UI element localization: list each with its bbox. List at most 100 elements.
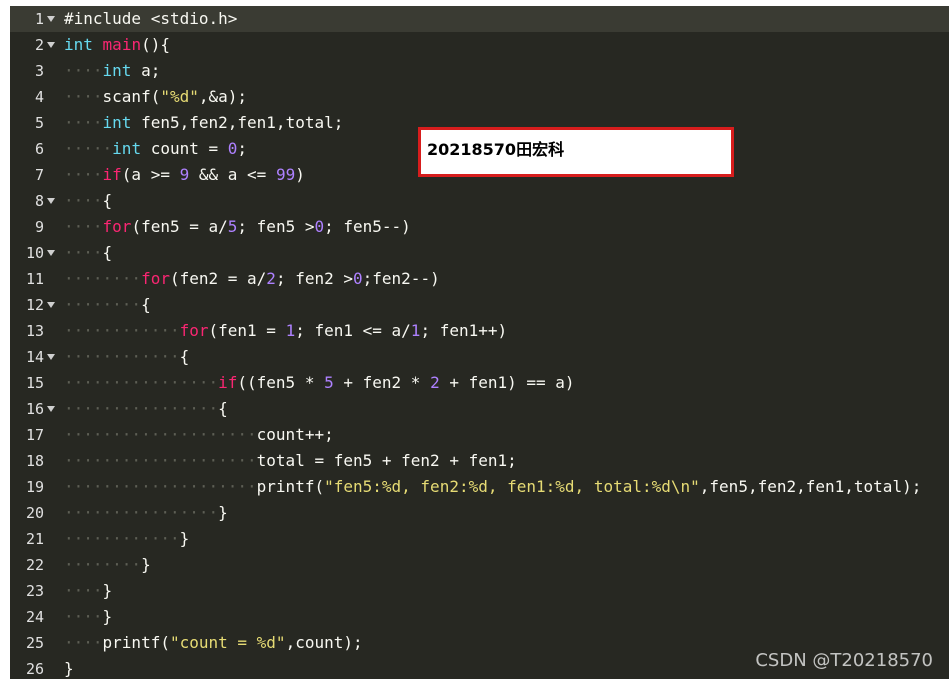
fold-arrow-icon[interactable] [47, 406, 55, 412]
code-text[interactable]: ····} [64, 604, 112, 630]
line-number: 7 [34, 166, 44, 184]
code-line[interactable]: 8 ····{ [10, 188, 949, 214]
code-token: ; fen2 > [275, 269, 353, 288]
code-text[interactable]: ········for(fen2 = a/2; fen2 >0;fen2--) [64, 266, 440, 292]
code-token: (fen1 = [208, 321, 286, 340]
line-number: 12 [25, 296, 44, 314]
code-line[interactable]: 14 ············{ [10, 344, 949, 370]
indent-guide: ····· [64, 139, 113, 158]
indent-guide: ················ [64, 503, 219, 522]
code-token: ,count); [285, 633, 363, 652]
code-token: if [102, 165, 122, 184]
code-line[interactable]: 12 ········{ [10, 292, 949, 318]
code-line[interactable]: 17 ····················count++; [10, 422, 949, 448]
code-text[interactable]: ····if(a >= 9 && a <= 99) [64, 162, 305, 188]
code-text[interactable]: ············for(fen1 = 1; fen1 <= a/1; f… [64, 318, 507, 344]
code-text[interactable]: ····scanf("%d",&a); [64, 84, 247, 110]
indent-guide: ···· [64, 165, 103, 184]
code-text[interactable]: ················{ [64, 396, 228, 422]
fold-arrow-icon[interactable] [47, 16, 55, 22]
line-number: 2 [34, 36, 44, 54]
fold-arrow-icon[interactable] [47, 198, 55, 204]
code-line[interactable]: 23 ····} [10, 578, 949, 604]
fold-arrow-icon[interactable] [47, 42, 55, 48]
code-token: int [102, 61, 132, 80]
code-text[interactable]: ····{ [64, 240, 112, 266]
line-number: 1 [34, 10, 44, 28]
code-line[interactable]: 13 ············for(fen1 = 1; fen1 <= a/1;… [10, 318, 949, 344]
code-line[interactable]: 10 ····{ [10, 240, 949, 266]
code-editor[interactable]: 1 #include <stdio.h> 2 int main(){3 ····int … [10, 6, 949, 679]
code-token: int [112, 139, 142, 158]
code-text[interactable]: ················if((fen5 * 5 + fen2 * 2 … [64, 370, 575, 396]
code-text[interactable]: ········{ [64, 292, 151, 318]
code-line[interactable]: 24 ····} [10, 604, 949, 630]
code-text[interactable]: ················} [64, 500, 228, 526]
code-line[interactable]: 19 ····················printf("fen5:%d, f… [10, 474, 949, 500]
code-token: { [102, 191, 113, 210]
code-token: 0 [314, 217, 325, 236]
code-line[interactable]: 1 #include <stdio.h> [10, 6, 949, 32]
indent-guide: ···· [64, 191, 103, 210]
code-line[interactable]: 21 ············} [10, 526, 949, 552]
code-token: (){ [141, 35, 170, 54]
line-number: 4 [34, 88, 44, 106]
line-number: 10 [25, 244, 44, 262]
indent-guide: ············ [64, 321, 180, 340]
code-text[interactable]: ········} [64, 552, 151, 578]
code-token: scanf( [102, 87, 161, 106]
code-line[interactable]: 15 ················if((fen5 * 5 + fen2 * … [10, 370, 949, 396]
indent-guide: ···· [64, 87, 103, 106]
code-token: main [102, 35, 142, 54]
code-token: 1 [410, 321, 421, 340]
code-text[interactable]: ····················total = fen5 + fen2 … [64, 448, 517, 474]
code-line[interactable]: 11 ········for(fen2 = a/2; fen2 >0;fen2--… [10, 266, 949, 292]
code-text[interactable]: ····int a; [64, 58, 160, 84]
code-line[interactable]: 16 ················{ [10, 396, 949, 422]
code-text[interactable]: ····int fen5,fen2,fen1,total; [64, 110, 343, 136]
code-token: int [64, 35, 93, 54]
code-line[interactable]: 2 int main(){ [10, 32, 949, 58]
indent-guide: ············ [64, 529, 180, 548]
line-number: 8 [34, 192, 44, 210]
fold-arrow-icon[interactable] [47, 302, 55, 308]
code-token: 1 [285, 321, 296, 340]
code-text[interactable]: ····printf("count = %d",count); [64, 630, 363, 656]
code-line[interactable]: 3 ····int a; [10, 58, 949, 84]
code-text[interactable]: ····················count++; [64, 422, 334, 448]
code-token: #include <stdio.h> [64, 9, 238, 28]
line-number: 25 [25, 634, 44, 652]
code-text[interactable]: ·····int count = 0; [64, 136, 247, 162]
code-line[interactable]: 20 ················} [10, 500, 949, 526]
code-text[interactable]: int main(){ [64, 32, 170, 58]
code-token: "count = %d" [169, 633, 286, 652]
code-line[interactable]: 9 ····for(fen5 = a/5; fen5 >0; fen5--) [10, 214, 949, 240]
code-token: { [102, 243, 113, 262]
line-number: 17 [25, 426, 44, 444]
code-token: && a <= [189, 165, 276, 184]
indent-guide: ···· [64, 633, 103, 652]
code-text[interactable]: ····················printf("fen5:%d, fen… [64, 474, 921, 500]
code-text[interactable]: ····{ [64, 188, 112, 214]
code-token: (fen2 = a/ [169, 269, 267, 288]
code-line[interactable]: 22 ········} [10, 552, 949, 578]
code-text[interactable]: ············{ [64, 344, 189, 370]
line-number: 6 [34, 140, 44, 158]
indent-guide: ···················· [64, 477, 257, 496]
code-text[interactable]: ····} [64, 578, 112, 604]
code-text[interactable]: } [64, 656, 74, 679]
fold-arrow-icon[interactable] [47, 250, 55, 256]
code-text[interactable]: ············} [64, 526, 189, 552]
indent-guide: ···· [64, 581, 103, 600]
code-text[interactable]: ····for(fen5 = a/5; fen5 >0; fen5--) [64, 214, 411, 240]
code-token: "%d" [160, 87, 199, 106]
code-line[interactable]: 18 ····················total = fen5 + fen… [10, 448, 949, 474]
code-token: ; fen5--) [324, 217, 411, 236]
code-line[interactable]: 4 ····scanf("%d",&a); [10, 84, 949, 110]
fold-arrow-icon[interactable] [47, 354, 55, 360]
indent-guide: ········ [64, 269, 142, 288]
code-token: fen5,fen2,fen1,total; [131, 113, 344, 132]
code-token: } [218, 503, 228, 522]
author-label: 20218570田宏科 [427, 140, 565, 159]
code-text[interactable]: #include <stdio.h> [64, 6, 237, 32]
